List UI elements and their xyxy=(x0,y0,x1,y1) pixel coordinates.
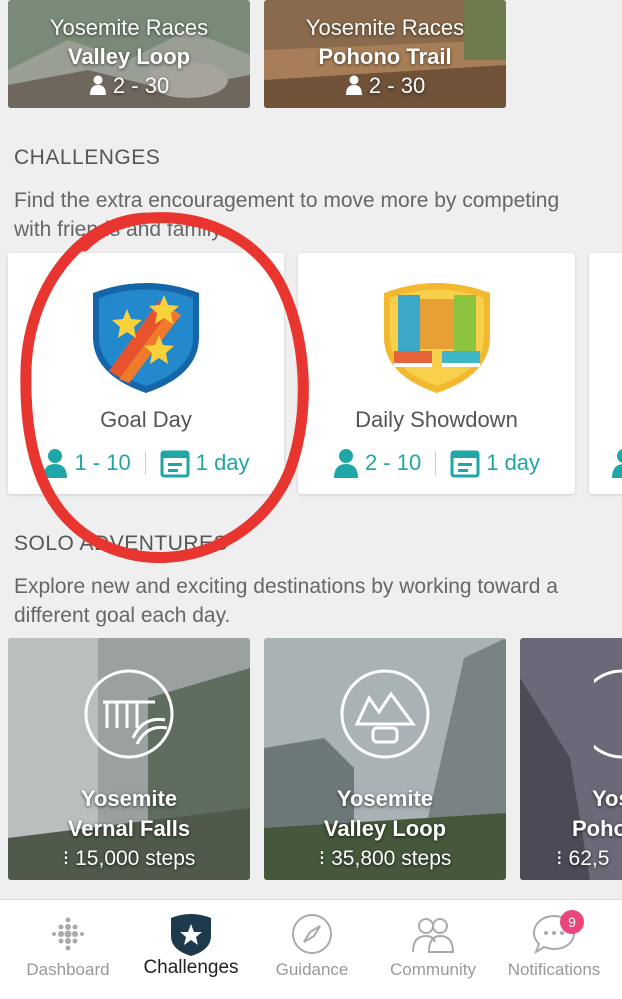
adventure-name: Valley Loop xyxy=(323,816,447,841)
calendar-icon xyxy=(160,450,190,478)
nav-label: Challenges xyxy=(143,957,239,978)
nav-label: Notifications xyxy=(507,960,601,979)
race-name: Valley Loop xyxy=(67,44,191,69)
daily-showdown-badge-icon xyxy=(383,283,490,393)
adventures-description: Explore new and exciting destinations by… xyxy=(14,575,558,627)
adventure-name: Poho xyxy=(572,816,622,841)
challenge-meta: 1 - 10 1 day xyxy=(8,448,284,478)
divider xyxy=(144,451,146,475)
challenge-name: Daily Showdown xyxy=(355,407,518,432)
people-icon xyxy=(412,918,455,953)
person-icon xyxy=(345,75,362,95)
star-badge-icon xyxy=(171,914,211,956)
adventure-steps: ⁝ 15,000 steps xyxy=(62,847,196,870)
duration-group: 1 day xyxy=(450,448,540,478)
race-participants: 2 - 30 xyxy=(8,72,250,100)
person-icon xyxy=(612,449,622,478)
adventure-steps: ⁝ 62,5 xyxy=(556,847,610,870)
calendar-icon xyxy=(450,450,480,478)
person-icon xyxy=(43,449,68,478)
person-icon xyxy=(89,75,106,95)
challenge-card-partial[interactable] xyxy=(589,253,622,494)
duration-group: 1 day xyxy=(160,448,250,478)
nav-label: Guidance xyxy=(275,960,349,979)
races-row: Yosemite Races Valley Loop 2 - 30 Yosemi… xyxy=(8,0,622,108)
notification-count-badge: 9 xyxy=(560,910,584,934)
race-participants: 2 - 30 xyxy=(264,72,506,100)
dots-icon xyxy=(52,917,84,951)
duration: 1 day xyxy=(195,450,250,475)
adventure-steps: ⁝ 35,800 steps xyxy=(318,847,452,870)
waterfall-emblem-icon xyxy=(84,669,174,759)
challenges-description: Find the extra encouragement to move mor… xyxy=(14,189,560,241)
nav-community[interactable]: Community xyxy=(371,900,495,999)
bottom-nav: Dashboard Challenges Guidance Community … xyxy=(0,899,622,999)
adventures-heading: SOLO ADVENTURES xyxy=(14,532,229,555)
adventure-location: Yosemite xyxy=(80,786,178,811)
nav-label: Community xyxy=(390,960,476,979)
adventure-location: Yos xyxy=(592,786,622,811)
person-icon xyxy=(333,449,358,478)
challenge-name: Goal Day xyxy=(100,407,192,432)
adventure-card-vernal-falls[interactable]: Yosemite Vernal Falls ⁝ 15,000 steps xyxy=(8,638,250,880)
adventure-card-partial[interactable]: Yos Poho ⁝ 62,5 xyxy=(520,638,622,880)
nav-guidance[interactable]: Guidance xyxy=(250,900,374,999)
race-card-pohono-trail[interactable]: Yosemite Races Pohono Trail 2 - 30 xyxy=(264,0,506,108)
footsteps-icon: ⁝ xyxy=(318,847,332,870)
nav-notifications[interactable]: 9 Notifications xyxy=(492,900,616,999)
divider xyxy=(435,451,437,475)
compass-icon xyxy=(292,914,332,954)
adventure-location: Yosemite xyxy=(336,786,434,811)
challenges-heading: CHALLENGES xyxy=(14,146,161,169)
players-group: 1 - 10 xyxy=(42,448,131,478)
race-name: Pohono Trail xyxy=(318,44,452,69)
race-title: Yosemite Races xyxy=(305,15,465,40)
footsteps-icon: ⁝ xyxy=(556,847,569,870)
challenge-card-daily-showdown[interactable]: Daily Showdown 2 - 10 1 day xyxy=(298,253,575,494)
race-card-valley-loop[interactable]: Yosemite Races Valley Loop 2 - 30 xyxy=(8,0,250,108)
challenge-card-goal-day[interactable]: Goal Day 1 - 10 1 day xyxy=(8,253,284,494)
duration: 1 day xyxy=(486,450,541,475)
valley-emblem-icon xyxy=(340,669,430,759)
footsteps-icon: ⁝ xyxy=(62,847,76,870)
adventure-card-valley-loop[interactable]: Yosemite Valley Loop ⁝ 35,800 steps xyxy=(264,638,506,880)
players-count: 1 - 10 xyxy=(74,450,131,475)
race-title: Yosemite Races xyxy=(49,15,209,40)
goal-day-badge-icon xyxy=(93,283,199,393)
challenge-meta: 2 - 10 1 day xyxy=(298,448,575,478)
nav-dashboard[interactable]: Dashboard xyxy=(6,900,130,999)
nav-label: Dashboard xyxy=(26,960,110,979)
adventure-name: Vernal Falls xyxy=(67,816,191,841)
players-count: 2 - 10 xyxy=(364,450,422,475)
nav-challenges[interactable]: Challenges xyxy=(129,900,253,999)
players-group: 2 - 10 xyxy=(333,448,421,478)
emblem-icon xyxy=(594,669,622,759)
